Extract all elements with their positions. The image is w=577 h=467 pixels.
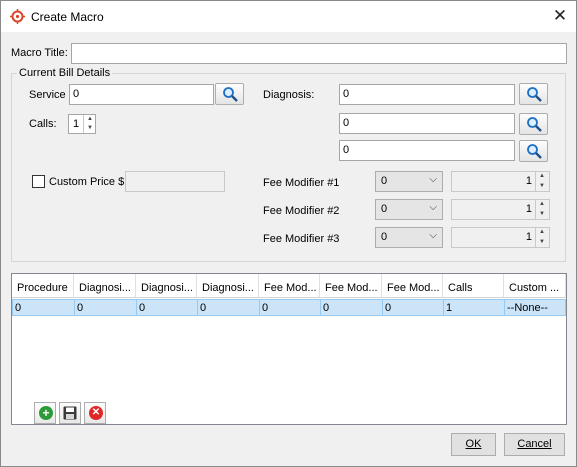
search-icon: [527, 117, 542, 132]
diagnosis-search-button-2[interactable]: [519, 113, 548, 135]
ok-label: OK: [465, 438, 482, 450]
up-arrow-icon[interactable]: ▲: [536, 200, 548, 210]
column-header-diagnosis-1[interactable]: Diagnosi...: [74, 274, 136, 298]
create-macro-dialog: Create Macro ✕ Macro Title: Current Bill…: [0, 0, 577, 467]
fee-modifier-2-spin[interactable]: ▲ ▼: [535, 200, 548, 219]
down-arrow-icon[interactable]: ▼: [536, 238, 548, 248]
down-arrow-icon[interactable]: ▼: [84, 124, 96, 133]
fee-modifier-2-qty-value: 1: [525, 203, 532, 215]
table-cell[interactable]: 1: [444, 300, 505, 315]
up-arrow-icon[interactable]: ▲: [536, 228, 548, 238]
column-header-custom[interactable]: Custom ...: [504, 274, 566, 298]
search-icon: [527, 144, 542, 159]
fee-modifier-3-spin[interactable]: ▲ ▼: [535, 228, 548, 247]
fee-modifier-2-label: Fee Modifier #2: [263, 205, 340, 217]
diagnosis-input-1[interactable]: 0: [339, 84, 515, 105]
plus-circle-icon: +: [39, 406, 53, 420]
custom-price-checkbox[interactable]: [32, 175, 45, 188]
window-title: Create Macro: [31, 10, 104, 24]
column-header-calls[interactable]: Calls: [443, 274, 504, 298]
custom-price-label: Custom Price $: [49, 176, 125, 188]
group-title: Current Bill Details: [17, 67, 113, 79]
macro-title-label: Macro Title:: [11, 47, 68, 59]
fee-modifier-2-qty[interactable]: 1 ▲ ▼: [451, 199, 550, 220]
table-cell[interactable]: 0: [383, 300, 444, 315]
macro-title-input[interactable]: [71, 43, 567, 64]
cancel-label: Cancel: [517, 438, 552, 450]
table-cell[interactable]: 0: [75, 300, 137, 315]
table-cell[interactable]: 0: [198, 300, 260, 315]
down-arrow-icon[interactable]: ▼: [536, 210, 548, 220]
fee-modifier-3-value: 0: [381, 231, 388, 243]
fee-modifier-1-qty-value: 1: [525, 175, 532, 187]
diagnosis-label: Diagnosis:: [263, 89, 315, 101]
diagnosis-search-button-1[interactable]: [519, 83, 548, 105]
fee-modifier-2-value: 0: [381, 203, 388, 215]
fee-modifier-3-qty-value: 1: [525, 231, 532, 243]
diagnosis-input-2[interactable]: 0: [339, 113, 515, 134]
fee-modifier-1-select[interactable]: 0 ⌵: [375, 171, 443, 192]
floppy-disk-icon: [63, 406, 77, 420]
add-row-button[interactable]: +: [34, 402, 56, 424]
fee-modifier-3-select[interactable]: 0 ⌵: [375, 227, 443, 248]
calls-value: 1: [73, 118, 80, 130]
search-icon: [223, 87, 238, 102]
fee-modifier-3-label: Fee Modifier #3: [263, 233, 340, 245]
table-cell[interactable]: 0: [137, 300, 198, 315]
close-button[interactable]: ✕: [547, 4, 573, 28]
chevron-down-icon: ⌵: [429, 230, 437, 241]
search-icon: [527, 87, 542, 102]
up-arrow-icon[interactable]: ▲: [84, 115, 96, 124]
calls-stepper[interactable]: 1 ▲ ▼: [68, 114, 96, 134]
table-cell[interactable]: 0: [13, 300, 75, 315]
calls-label: Calls:: [29, 118, 57, 130]
column-header-procedure[interactable]: Procedure: [12, 274, 74, 298]
column-header-diagnosis-3[interactable]: Diagnosi...: [197, 274, 259, 298]
service-label: Service: [29, 89, 66, 101]
fee-modifier-2-select[interactable]: 0 ⌵: [375, 199, 443, 220]
fee-modifier-1-qty[interactable]: 1 ▲ ▼: [451, 171, 550, 192]
table-cell[interactable]: 0: [260, 300, 321, 315]
column-header-fee-mod-1[interactable]: Fee Mod...: [259, 274, 320, 298]
column-header-fee-mod-3[interactable]: Fee Mod...: [382, 274, 443, 298]
fee-modifier-1-spin[interactable]: ▲ ▼: [535, 172, 548, 191]
service-search-button[interactable]: [215, 83, 244, 105]
table-cell[interactable]: 0: [321, 300, 383, 315]
chevron-down-icon: ⌵: [429, 202, 437, 213]
title-bar: Create Macro ✕: [1, 1, 576, 32]
diagnosis-search-button-3[interactable]: [519, 140, 548, 162]
delete-row-button[interactable]: ✕: [84, 402, 106, 424]
fee-modifier-1-label: Fee Modifier #1: [263, 177, 340, 189]
chevron-down-icon: ⌵: [429, 174, 437, 185]
ok-button[interactable]: OK: [451, 433, 496, 456]
save-row-button[interactable]: [59, 402, 81, 424]
x-circle-icon: ✕: [89, 406, 103, 420]
down-arrow-icon[interactable]: ▼: [536, 182, 548, 192]
service-input[interactable]: 0: [69, 84, 214, 105]
calls-spin-arrows[interactable]: ▲ ▼: [83, 115, 96, 133]
cancel-button[interactable]: Cancel: [504, 433, 565, 456]
target-icon: [10, 9, 25, 24]
column-header-fee-mod-2[interactable]: Fee Mod...: [320, 274, 382, 298]
diagnosis-input-3[interactable]: 0: [339, 140, 515, 161]
fee-modifier-3-qty[interactable]: 1 ▲ ▼: [451, 227, 550, 248]
column-header-diagnosis-2[interactable]: Diagnosi...: [136, 274, 197, 298]
table-row[interactable]: 0 0 0 0 0 0 0 1 --None--: [12, 299, 566, 316]
table-cell[interactable]: --None--: [505, 300, 566, 315]
up-arrow-icon[interactable]: ▲: [536, 172, 548, 182]
custom-price-input[interactable]: [125, 171, 225, 192]
fee-modifier-1-value: 0: [381, 175, 388, 187]
